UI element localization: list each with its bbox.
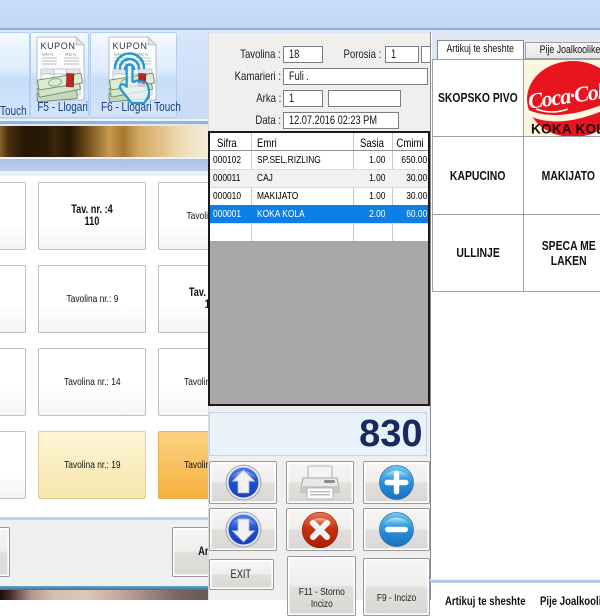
svg-text:Ship to: Ship to (65, 53, 76, 57)
svg-text:Sold to: Sold to (42, 53, 53, 57)
svg-text:KUPON: KUPON (40, 41, 75, 51)
svg-text:KOKA KOLA: KOKA KOLA (531, 121, 600, 136)
